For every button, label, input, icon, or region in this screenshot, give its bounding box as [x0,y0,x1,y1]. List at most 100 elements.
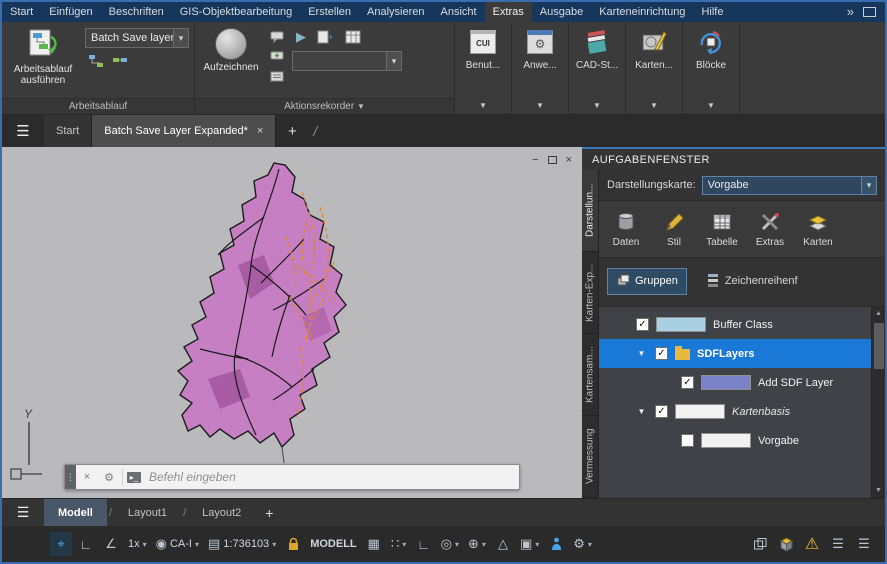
style-button[interactable]: Stil [651,210,697,248]
maps-button[interactable]: Karten [795,210,841,248]
ribbon-panel-anwendungen[interactable]: ⚙ Anwe... ▼ [512,22,569,114]
collapse-arrow-icon[interactable]: ▼ [635,349,648,358]
tree-row-add-sdf-layer[interactable]: ✓ Add SDF Layer [599,368,871,397]
menu-gis-objektbearbeitung[interactable]: GIS-Objektbearbeitung [172,2,301,22]
ribbon-panel-bloecke[interactable]: Blöcke ▼ [683,22,740,114]
draw-order-view-button[interactable]: Zeichenreihenf [697,267,807,296]
workflow-layer-combo[interactable]: Batch Save layer ▾ [85,28,189,48]
model-space-toggle[interactable]: MODELL [307,532,359,556]
side-tab-vermessung[interactable]: Vermessung [582,416,598,498]
panel-label-workflow[interactable]: Arbeitsablauf [2,98,194,114]
combo-caret-icon[interactable]: ▾ [386,52,401,70]
close-command-line-icon[interactable]: × [76,465,98,489]
drawing-canvas[interactable]: − × Y ⋮ × ⚙ ▸_ Befehl eingeben [2,147,582,498]
file-tab-start[interactable]: Start [44,115,92,147]
side-tab-karten-explorer[interactable]: Karten-Exp... [582,252,598,334]
add-message-icon[interactable] [268,49,286,65]
window-shape-icon[interactable] [863,7,876,17]
polar-angle-icon[interactable]: ∠ [100,532,122,556]
combo-caret-icon[interactable]: ▾ [173,29,188,47]
workspace-button[interactable]: ⚙▾ [570,532,595,556]
preference-grid-icon[interactable] [344,29,362,45]
tree-row-vorgabe[interactable]: Vorgabe [599,426,871,455]
command-line[interactable]: ⋮ × ⚙ ▸_ Befehl eingeben [64,464,520,490]
warning-icon[interactable]: ⚠ [801,532,823,556]
dynamic-ucs-button[interactable]: ▣▾ [517,532,542,556]
panel-label-action-recorder[interactable]: Aktionsrekorder ▼ [195,98,454,114]
tree-row-buffer-class[interactable]: ✓ Buffer Class [599,310,871,339]
viewport-lock-icon[interactable] [282,532,304,556]
menu-start[interactable]: Start [2,2,41,22]
minimize-viewport-icon[interactable]: − [532,154,538,166]
menu-overflow-chevron-icon[interactable]: » [840,2,861,22]
close-tab-icon[interactable]: × [257,125,263,137]
menu-ausgabe[interactable]: Ausgabe [532,2,591,22]
ribbon-panel-cui[interactable]: CUI Benut... ▼ [455,22,512,114]
menu-einfuegen[interactable]: Einfügen [41,2,100,22]
edit-workflow-icon[interactable] [87,53,105,69]
recorder-combo[interactable]: ▾ [292,51,402,71]
speech-bubble-icon[interactable] [268,29,286,45]
layer-swatch[interactable] [701,433,751,448]
side-tab-darstellung[interactable]: Darstellun... [582,170,598,252]
isolate-objects-icon[interactable] [749,532,771,556]
tree-row-sdflayers[interactable]: ▼ ✓ SDFLayers [599,339,871,368]
command-input[interactable]: Befehl eingeben [143,465,519,489]
zoom-factor-button[interactable]: 1x▾ [125,532,150,556]
panel-flyout-caret-icon[interactable]: ▼ [455,98,511,114]
scroll-up-icon[interactable]: ▲ [875,307,882,321]
tab-modell[interactable]: Modell [44,499,107,526]
insert-message-icon[interactable] [316,29,334,45]
graphics-performance-icon[interactable] [775,532,797,556]
ortho-mode-icon[interactable]: ∟ [413,532,435,556]
restore-viewport-icon[interactable] [548,156,557,164]
status-menu-icon[interactable]: ☰ [853,532,875,556]
command-line-grip[interactable]: ⋮ [65,465,76,489]
ribbon-panel-cad-standards[interactable]: CAD-St... ▼ [569,22,626,114]
new-layout-button[interactable]: + [255,505,283,521]
layer-swatch[interactable] [656,317,706,332]
layer-checkbox[interactable]: ✓ [636,318,649,331]
collapse-arrow-icon[interactable]: ▼ [635,407,648,416]
panel-flyout-caret-icon[interactable]: ▼ [512,98,568,114]
object-snap-button[interactable]: ◎▾ [438,532,462,556]
layer-swatch[interactable] [675,404,725,419]
panel-flyout-caret-icon[interactable]: ▼ [683,98,739,114]
coordinate-system-button[interactable]: ◉CA-I▾ [153,532,202,556]
menu-karteneinrichtung[interactable]: Karteneinrichtung [591,2,693,22]
message-list-icon[interactable] [268,69,286,85]
scroll-down-icon[interactable]: ▼ [875,484,882,498]
layout-menu-icon[interactable]: ☰ [2,504,44,521]
tools-button[interactable]: Extras [747,210,793,248]
file-tab-menu-icon[interactable]: ☰ [2,115,44,147]
table-button[interactable]: Tabelle [699,210,745,248]
layer-swatch[interactable] [701,375,751,390]
snap-tracking-button[interactable]: ⊕▾ [465,532,489,556]
ribbon-panel-karten[interactable]: Karten... ▼ [626,22,683,114]
new-workflow-icon[interactable] [111,53,129,69]
scrollbar-thumb[interactable] [874,323,884,369]
menu-hilfe[interactable]: Hilfe [693,2,731,22]
menu-erstellen[interactable]: Erstellen [300,2,359,22]
menu-ansicht[interactable]: Ansicht [433,2,485,22]
customization-icon[interactable]: ☰ [827,532,849,556]
display-map-combo[interactable]: Vorgabe ▾ [702,176,877,195]
snap-cursor-icon[interactable]: ⌖ [50,532,72,556]
menu-extras[interactable]: Extras [485,2,532,22]
side-tab-kartensammlung[interactable]: Kartensam... [582,334,598,416]
panel-flyout-caret-icon[interactable]: ▼ [626,98,682,114]
tree-row-kartenbasis[interactable]: ▼ ✓ Kartenbasis [599,397,871,426]
infer-constraints-icon[interactable]: ∟ [75,532,97,556]
menu-analysieren[interactable]: Analysieren [359,2,432,22]
map-drawing[interactable] [2,147,582,498]
layer-checkbox[interactable] [681,434,694,447]
panel-flyout-caret-icon[interactable]: ▼ [569,98,625,114]
groups-view-button[interactable]: Gruppen [607,268,687,295]
customize-wrench-icon[interactable]: ⚙ [98,465,120,489]
tree-scrollbar[interactable]: ▲ ▼ [871,307,885,498]
play-icon[interactable]: ▶ [296,29,306,45]
dynamic-input-icon[interactable]: △ [492,532,514,556]
tab-layout2[interactable]: Layout2 [188,499,255,526]
snap-mode-button[interactable]: ∷▾ [388,532,410,556]
layer-checkbox[interactable]: ✓ [681,376,694,389]
